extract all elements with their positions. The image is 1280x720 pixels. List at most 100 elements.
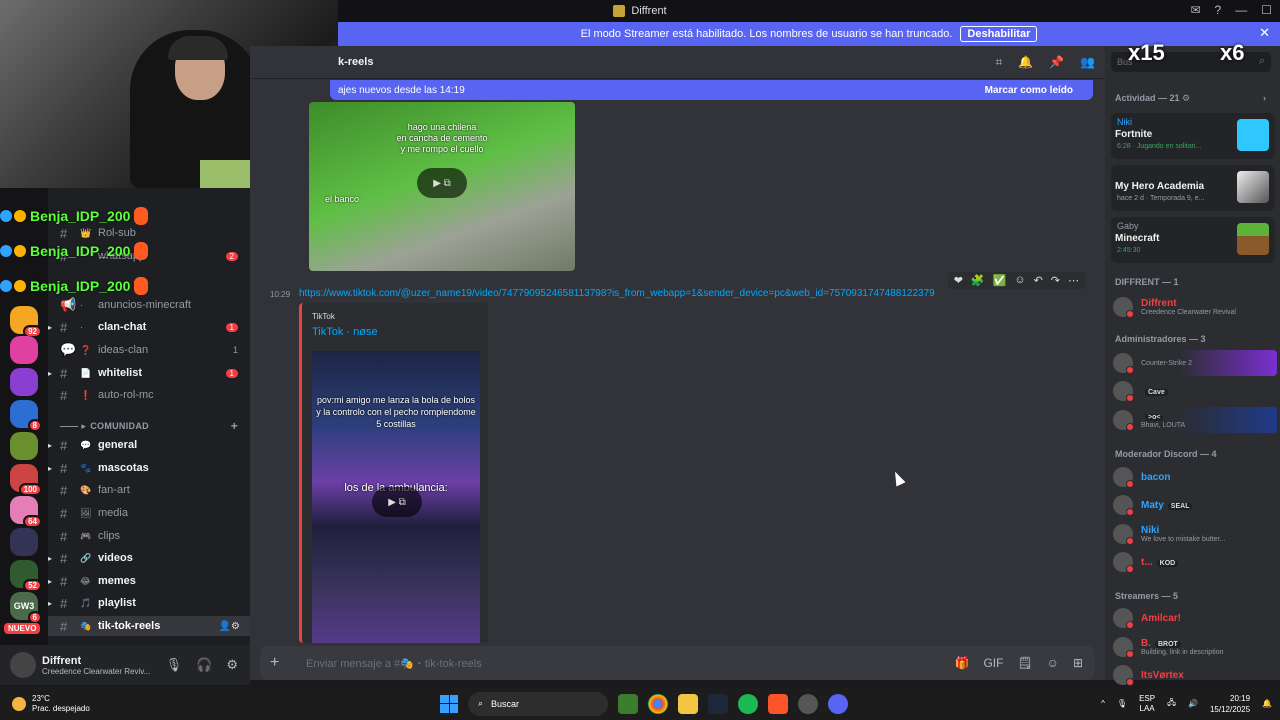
category-comunidad[interactable]: —— ▸ COMUNIDAD + xyxy=(48,418,250,434)
server-icon[interactable]: 8 xyxy=(10,400,42,432)
channel-videos[interactable]: ▸ # 🔗 videos xyxy=(48,548,250,568)
spotify-app-icon[interactable] xyxy=(738,693,758,714)
mic-icon[interactable]: 🎙 xyxy=(166,657,183,673)
channel-tik-tok-reels[interactable]: # 🎭 tik-tok-reels 👤⚙ xyxy=(48,616,250,636)
brave-app-icon[interactable] xyxy=(768,693,788,714)
mark-read-button[interactable]: Marcar como leído xyxy=(985,85,1073,96)
help-icon[interactable]: ? xyxy=(1215,3,1222,17)
activity-card[interactable]: My Hero Academia hace 2 d · Temporada 9,… xyxy=(1111,165,1275,211)
member-row[interactable]: Maty SEAL xyxy=(1113,492,1277,518)
activity-card[interactable]: Niki Fortnite 6:28 · Jugando en solitari… xyxy=(1111,113,1275,159)
channel-clan-chat[interactable]: ▸ # · clan-chat 1 xyxy=(48,317,250,337)
bell-icon[interactable]: 🔔 xyxy=(1018,55,1033,70)
member-row[interactable]: Amilcar! xyxy=(1113,605,1277,631)
server-icon[interactable]: 64 xyxy=(10,496,42,528)
channel-playlist[interactable]: ▸ # 🎵 playlist xyxy=(48,593,250,613)
member-row[interactable]: Niki We love to mistake butter... xyxy=(1113,521,1277,547)
server-icon[interactable] xyxy=(10,528,38,556)
message-input[interactable]: Enviar mensaje a #🎭・tik-tok-reels xyxy=(306,655,482,671)
gift-icon[interactable]: 🎁 xyxy=(954,656,969,670)
server-icon[interactable] xyxy=(10,336,38,364)
member-row[interactable]: Diffrent Creedence Clearwater Revival xyxy=(1113,294,1277,320)
clock[interactable]: 20:19 15/12/2025 xyxy=(1210,693,1250,715)
member-row[interactable]: >o< Bhavi, LOUTA xyxy=(1113,407,1277,433)
windows-start-icon[interactable] xyxy=(440,694,458,713)
forward-icon[interactable]: ↷ xyxy=(1051,274,1060,287)
server-icon[interactable] xyxy=(10,368,38,396)
role-header: Administradores — 3 xyxy=(1115,334,1206,344)
chevron-up-icon[interactable]: ^ xyxy=(1101,699,1105,708)
channel-memes[interactable]: ▸ # 😂 memes xyxy=(48,571,250,591)
emoji-icon[interactable]: ☺ xyxy=(1014,274,1025,287)
minecraft-app-icon[interactable] xyxy=(618,693,638,714)
member-row[interactable]: B. BROT Building, link in description xyxy=(1113,634,1277,660)
reply-icon[interactable]: ↶ xyxy=(1034,274,1043,287)
member-row[interactable]: Counter-Strike 2 xyxy=(1113,350,1277,376)
obs-app-icon[interactable] xyxy=(798,693,818,714)
server-icon[interactable]: 100 xyxy=(10,464,42,496)
folder-app-icon[interactable] xyxy=(678,693,698,714)
message-composer[interactable]: + Enviar mensaje a #🎭・tik-tok-reels 🎁 GI… xyxy=(260,646,1095,680)
heart-icon[interactable]: ❤ xyxy=(954,274,963,287)
channel-mascotas[interactable]: ▸ # 🐾 mascotas xyxy=(48,458,250,478)
emoji-icon[interactable]: ☺ xyxy=(1047,656,1059,670)
gif-icon[interactable]: GIF xyxy=(983,656,1003,670)
server-icon[interactable] xyxy=(10,432,38,460)
member-row[interactable]: Cave xyxy=(1113,378,1277,404)
sticker-icon[interactable]: 🗒 xyxy=(1017,656,1032,670)
channel-ideas-clan[interactable]: 💬 ❓ ideas-clan 1 xyxy=(48,340,250,360)
play-button[interactable]: ▶ ⧉ xyxy=(417,168,467,198)
video-attachment[interactable]: hago una chilena en cancha de cemento y … xyxy=(309,102,575,271)
mic-icon[interactable]: 🎙 xyxy=(1117,699,1127,708)
network-icon[interactable]: 🖧 xyxy=(1167,697,1176,711)
more-icon[interactable]: ⋯ xyxy=(1068,274,1079,287)
member-row[interactable]: bacon xyxy=(1113,464,1277,490)
steam-app-icon[interactable] xyxy=(708,693,728,714)
pin-icon[interactable]: 📌 xyxy=(1049,55,1064,70)
disable-streamer-button[interactable]: Deshabilitar xyxy=(960,26,1038,42)
inbox-icon[interactable]: ✉ xyxy=(1190,3,1200,17)
notification-icon[interactable]: 🔔 xyxy=(1262,699,1272,708)
language-indicator[interactable]: ESP LAA xyxy=(1139,694,1155,714)
threads-icon[interactable]: ⌗ xyxy=(995,55,1002,70)
channel-whitelist[interactable]: ▸ # 📄 whitelist 1 xyxy=(48,363,250,383)
minimize-button[interactable]: — xyxy=(1235,3,1247,17)
activity-card[interactable]: Gaby Minecraft 2:45:30 xyxy=(1111,217,1275,263)
taskbar-search[interactable]: ⌕ Buscar xyxy=(468,691,608,716)
avatar[interactable] xyxy=(10,652,36,678)
close-icon[interactable]: ✕ xyxy=(1259,25,1270,41)
reaction-icon[interactable]: 🧩 xyxy=(971,274,985,287)
channel-rol-sub[interactable]: # 👑 Rol-sub xyxy=(48,223,250,243)
add-channel-icon[interactable]: + xyxy=(231,419,238,433)
server-icon[interactable]: GW3 6 xyxy=(10,592,42,624)
channel-settings-icon[interactable]: 👤⚙ xyxy=(219,621,240,632)
channel-media[interactable]: # 🖼 media xyxy=(48,503,250,523)
server-badge: 52 xyxy=(23,579,42,592)
channel-clips[interactable]: # 🎮 clips xyxy=(48,526,250,546)
maximize-button[interactable]: ☐ xyxy=(1261,3,1272,17)
play-button[interactable]: ▶ ⧉ xyxy=(372,487,422,517)
member-row[interactable]: t... KOD xyxy=(1113,549,1277,575)
server-icon[interactable]: 92 xyxy=(10,306,42,338)
channel-fan-art[interactable]: # 🎨 fan-art xyxy=(48,480,250,500)
volume-icon[interactable]: 🔊 xyxy=(1188,699,1198,708)
chevron-right-icon[interactable]: › xyxy=(1263,93,1266,103)
headphones-icon[interactable]: 🎧 xyxy=(196,657,212,673)
new-messages-bar[interactable]: ajes nuevos desde las 14:19 Marcar como … xyxy=(330,80,1093,100)
chrome-app-icon[interactable] xyxy=(648,693,668,714)
embed-title[interactable]: TikTok · nøse xyxy=(312,326,378,338)
embed-video[interactable]: pov:mi amigo me lanza la bola de bolos y… xyxy=(312,351,480,643)
channel-anuncios-minecraft[interactable]: 📢 · anuncios-minecraft xyxy=(48,295,250,315)
check-icon[interactable]: ✅ xyxy=(993,274,1007,287)
member-row[interactable]: ItsVørtex xyxy=(1113,662,1277,688)
message-link[interactable]: https://www.tiktok.com/@uzer_name19/vide… xyxy=(299,288,935,299)
channel-auto-rol-mc[interactable]: # ❗ auto-rol-mc xyxy=(48,385,250,405)
add-attachment-icon[interactable]: + xyxy=(270,654,290,672)
discord-app-icon[interactable] xyxy=(828,693,848,714)
settings-icon[interactable]: ⚙ xyxy=(226,657,238,673)
weather-widget[interactable]: 23°C Prac. despejado xyxy=(12,694,90,714)
apps-icon[interactable]: ⊞ xyxy=(1073,656,1083,670)
channel-general[interactable]: ▸ # 💬 general xyxy=(48,435,250,455)
members-icon[interactable]: 👥 xyxy=(1080,55,1095,70)
server-icon[interactable]: 52 xyxy=(10,560,42,592)
